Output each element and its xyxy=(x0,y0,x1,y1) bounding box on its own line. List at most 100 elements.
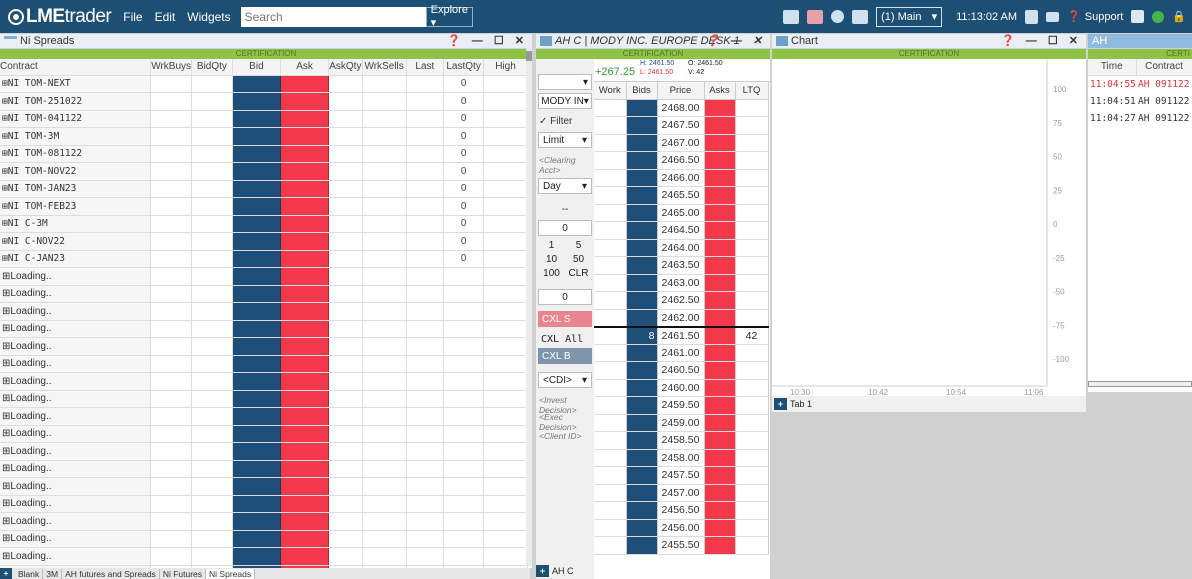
bids-cell[interactable] xyxy=(626,466,658,485)
asks-cell[interactable] xyxy=(704,536,736,555)
bid-cell[interactable] xyxy=(232,442,281,461)
menu-widgets[interactable]: Widgets xyxy=(187,10,230,24)
bid-cell[interactable] xyxy=(232,110,281,128)
bids-cell[interactable] xyxy=(626,361,658,380)
cancel-sells-button[interactable]: CXL S xyxy=(538,311,592,327)
ask-cell[interactable] xyxy=(280,92,330,111)
ladder-row[interactable]: 2467.50 xyxy=(594,116,769,135)
tab-3m[interactable]: 3M xyxy=(43,568,63,579)
bids-cell[interactable] xyxy=(626,344,658,362)
ladder-row[interactable]: 2464.00 xyxy=(594,239,769,257)
table-row[interactable]: ⊞NI TOM-081122 0 xyxy=(0,145,529,163)
asks-cell[interactable] xyxy=(704,151,736,170)
ask-cell[interactable] xyxy=(280,407,330,426)
column-header[interactable]: BidQty xyxy=(191,59,233,76)
menu-edit[interactable]: Edit xyxy=(155,10,176,24)
bid-cell[interactable] xyxy=(232,127,281,146)
ladder-row[interactable]: 2456.50 xyxy=(594,501,769,520)
ladder-row[interactable]: 2467.00 xyxy=(594,134,769,152)
bid-cell[interactable] xyxy=(232,512,281,531)
ladder-row[interactable]: 2462.50 xyxy=(594,291,769,310)
bids-cell[interactable] xyxy=(626,169,658,187)
tile-icon[interactable] xyxy=(1131,10,1145,23)
bids-cell[interactable] xyxy=(626,396,658,415)
bid-cell[interactable] xyxy=(232,390,281,408)
ask-cell[interactable] xyxy=(280,180,330,198)
bid-cell[interactable] xyxy=(232,285,281,303)
help-icon[interactable]: ❓ xyxy=(1067,10,1081,23)
bid-cell[interactable] xyxy=(232,197,281,216)
explore-button[interactable]: Explore ▾ xyxy=(425,4,473,29)
bids-cell[interactable] xyxy=(626,519,658,537)
bids-cell[interactable] xyxy=(626,151,658,170)
table-row[interactable]: ⊞Loading.. xyxy=(0,337,529,356)
ask-cell[interactable] xyxy=(280,460,330,478)
ask-cell[interactable] xyxy=(280,267,330,286)
asks-cell[interactable] xyxy=(704,134,736,152)
asks-cell[interactable] xyxy=(704,431,736,450)
support-link[interactable]: Support xyxy=(1085,11,1124,23)
client-id-field[interactable]: <Client ID> xyxy=(539,431,582,441)
bid-cell[interactable] xyxy=(232,75,281,93)
bid-cell[interactable] xyxy=(232,460,281,478)
save-icon[interactable] xyxy=(1025,9,1039,24)
cancel-all-button[interactable]: CXL All xyxy=(538,331,592,347)
ladder-row[interactable]: 2461.00 xyxy=(594,344,769,362)
bid-cell[interactable] xyxy=(232,355,281,373)
horizontal-scrollbar[interactable] xyxy=(1088,381,1192,387)
layout-icon[interactable] xyxy=(783,9,800,24)
exec-decision-field[interactable]: <Exec Decision> xyxy=(539,412,594,432)
chart-icon[interactable] xyxy=(852,9,869,24)
ladder-row[interactable]: 2459.50 xyxy=(594,396,769,415)
ask-cell[interactable] xyxy=(280,530,330,548)
cancel-buys-button[interactable]: CXL B xyxy=(538,348,592,364)
ladder-row[interactable]: 2457.00 xyxy=(594,484,769,502)
ask-cell[interactable] xyxy=(280,355,330,373)
table-row[interactable]: ⊞Loading.. xyxy=(0,425,529,443)
bid-cell[interactable] xyxy=(232,215,281,233)
table-row[interactable]: ⊞Loading.. xyxy=(0,390,529,408)
ah-column-header[interactable]: Time xyxy=(1088,59,1137,76)
price-field[interactable]: -- xyxy=(538,201,592,217)
workspace-select[interactable]: (1) Main ▾ xyxy=(876,6,943,27)
bids-cell[interactable] xyxy=(626,204,658,222)
ask-cell[interactable] xyxy=(280,425,330,443)
bids-cell[interactable] xyxy=(626,536,658,555)
table-row[interactable]: ⊞Loading.. xyxy=(0,302,529,321)
trade-row[interactable]: 11:04:51 AH 091122 xyxy=(1088,93,1192,111)
bids-cell[interactable] xyxy=(626,116,658,135)
menu-file[interactable]: File xyxy=(123,10,142,24)
column-header[interactable]: AskQty xyxy=(328,59,363,76)
trade-row[interactable]: 11:04:27 AH 091122 xyxy=(1088,110,1192,128)
bids-cell[interactable] xyxy=(626,274,658,292)
bids-cell[interactable] xyxy=(626,186,658,205)
bid-cell[interactable] xyxy=(232,162,281,181)
bid-cell[interactable] xyxy=(232,372,281,391)
asks-cell[interactable] xyxy=(704,484,736,502)
ask-cell[interactable] xyxy=(280,547,330,566)
ask-cell[interactable] xyxy=(280,390,330,408)
table-row[interactable]: ⊞NI C-NOV22 0 xyxy=(0,232,529,251)
bids-cell[interactable] xyxy=(626,221,658,240)
ask-cell[interactable] xyxy=(280,477,330,496)
ladder-controls[interactable]: ❓ — ✕ xyxy=(706,34,766,47)
table-row[interactable]: ⊞Loading.. xyxy=(0,355,529,373)
add-tab-button[interactable]: + xyxy=(536,565,549,577)
table-row[interactable]: ⊞NI TOM-041122 0 xyxy=(0,110,529,128)
add-tab-button[interactable]: + xyxy=(0,568,12,579)
table-row[interactable]: ⊞NI TOM-NEXT 0 xyxy=(0,75,529,93)
panel-controls[interactable]: ❓ — ☐ ✕ xyxy=(447,34,528,47)
ask-cell[interactable] xyxy=(280,337,330,356)
qty-5-button[interactable]: 5 xyxy=(565,240,592,251)
trade-row[interactable]: 11:04:55 AH 091122 xyxy=(1088,75,1192,93)
ask-cell[interactable] xyxy=(280,250,330,268)
ask-cell[interactable] xyxy=(280,512,330,531)
qty-100-button[interactable]: 100 xyxy=(538,268,565,279)
asks-cell[interactable] xyxy=(704,274,736,292)
bids-cell[interactable] xyxy=(626,134,658,152)
grid-icon[interactable] xyxy=(807,9,824,24)
table-row[interactable]: ⊞NI TOM-NOV22 0 xyxy=(0,162,529,181)
table-row[interactable]: ⊞Loading.. xyxy=(0,407,529,426)
pie-icon[interactable] xyxy=(831,10,845,23)
order-type-select[interactable]: Limit ▾ xyxy=(538,132,592,148)
